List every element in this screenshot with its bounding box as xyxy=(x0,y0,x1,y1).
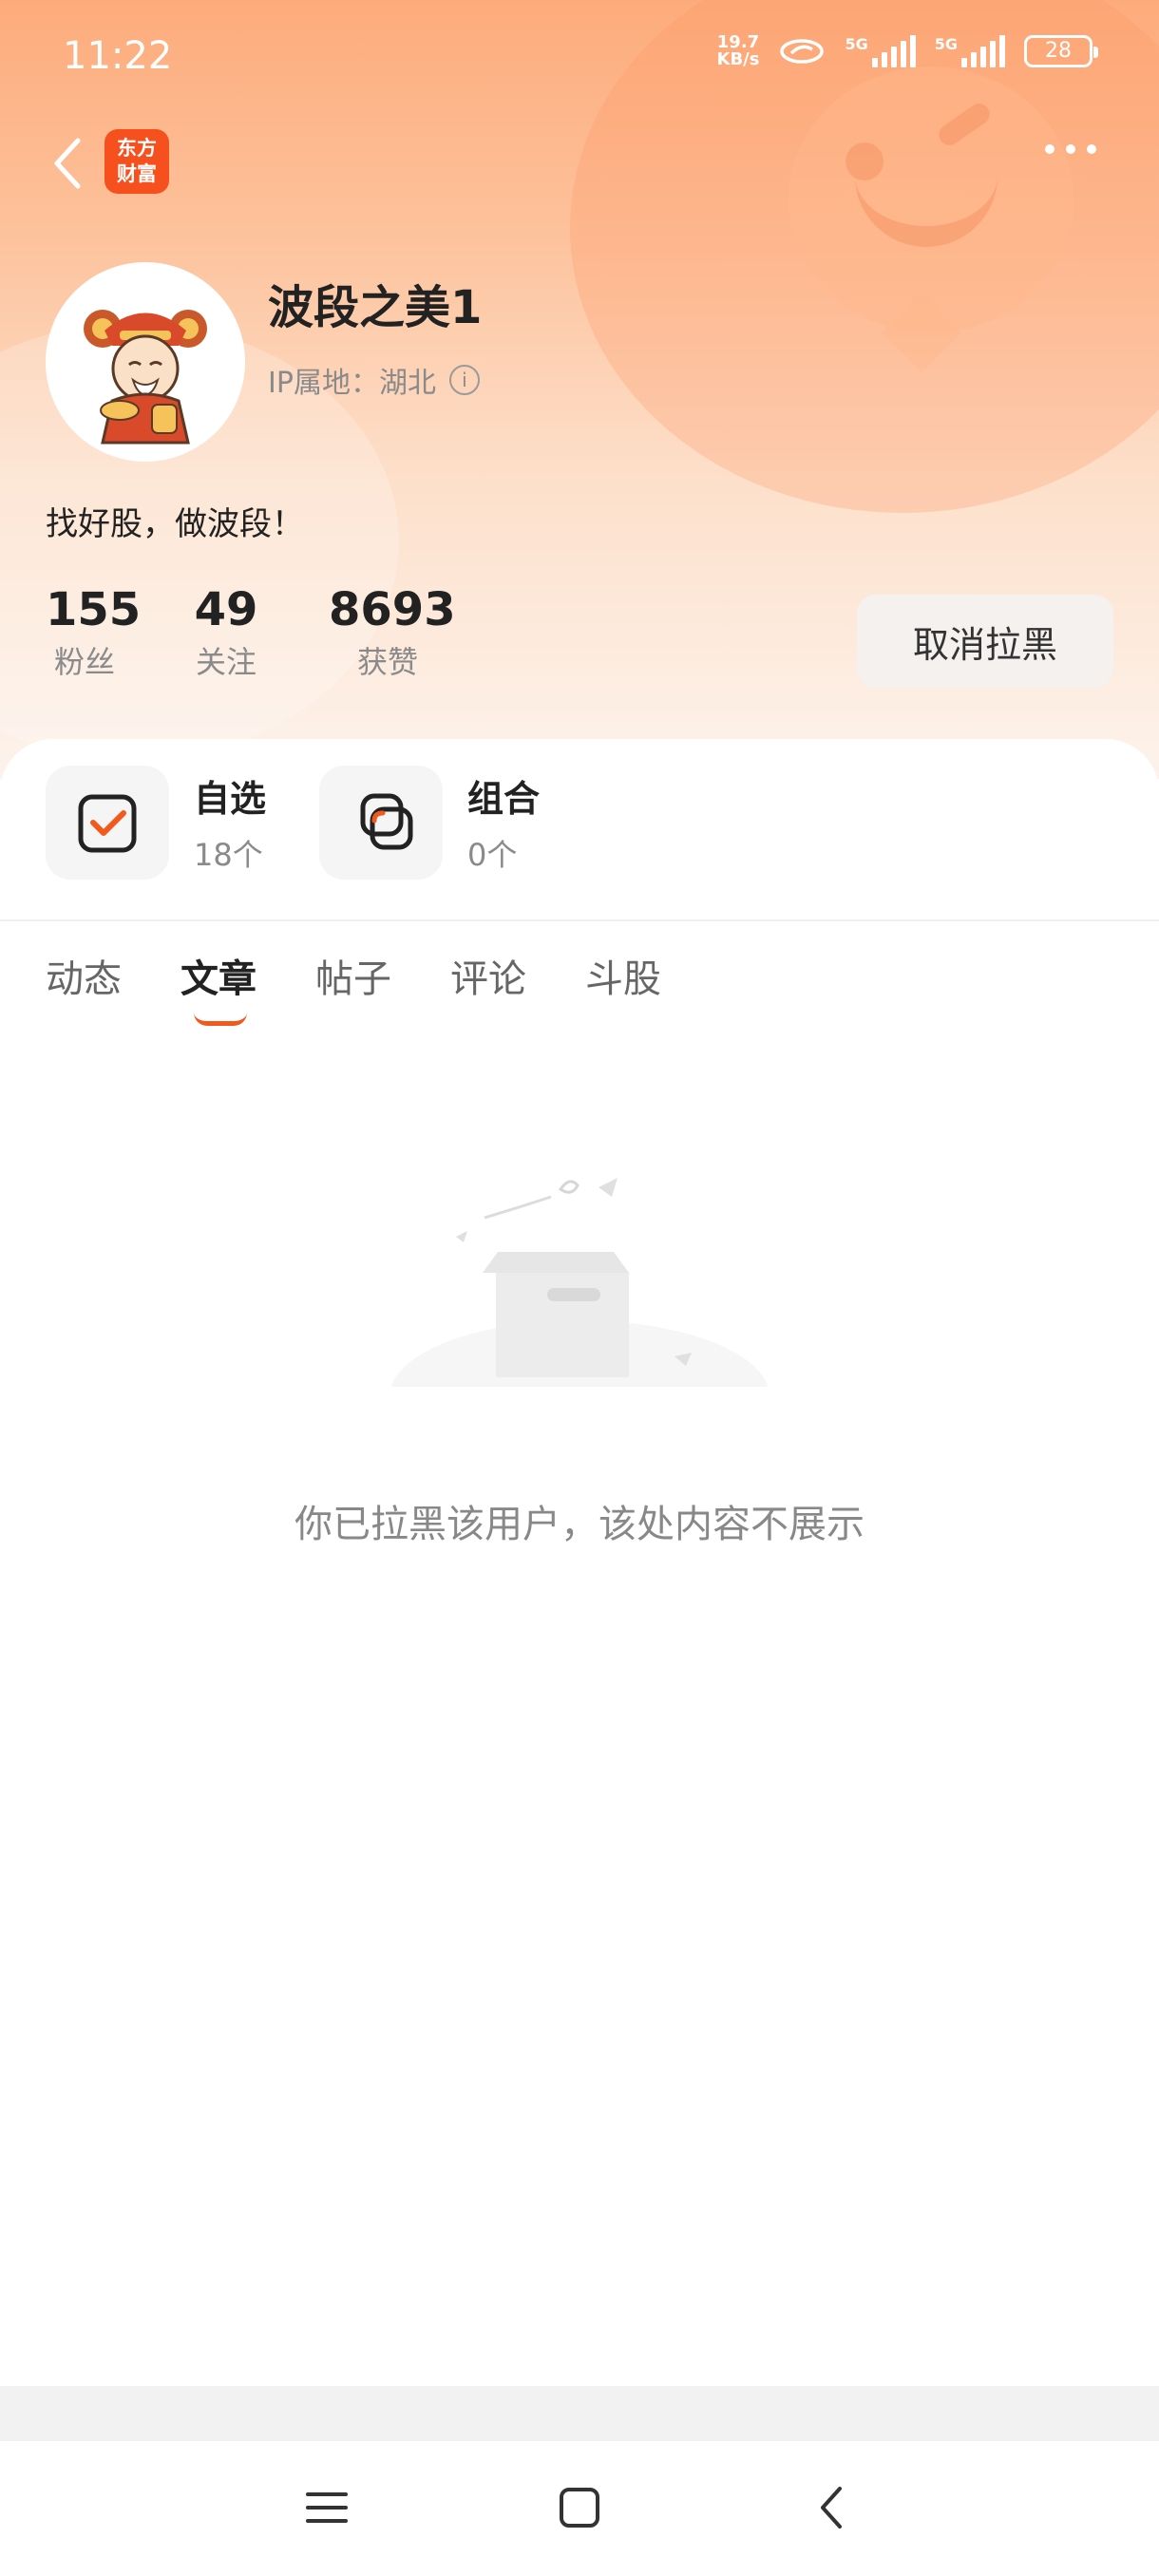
signal-label: 5G xyxy=(845,35,868,53)
tab-posts[interactable]: 帖子 xyxy=(315,948,391,1003)
stat-label: 粉丝 xyxy=(53,644,115,680)
back-triangle-icon[interactable] xyxy=(804,2479,861,2536)
tab-articles[interactable]: 文章 xyxy=(180,948,256,1026)
back-arrow-icon[interactable] xyxy=(44,133,101,194)
battery-icon: 28 xyxy=(1024,35,1098,67)
user-bio: 找好股，做波段！ xyxy=(46,505,304,543)
stat-following[interactable]: 49 关注 xyxy=(190,583,262,682)
tab-articles-label: 文章 xyxy=(180,957,256,1001)
bottom-spacer xyxy=(0,2386,1159,2441)
user-name: 波段之美1 xyxy=(268,281,483,334)
portfolio-tile[interactable]: 组合 0个 xyxy=(319,766,540,880)
tile-title: 组合 xyxy=(467,778,541,820)
stat-fans[interactable]: 155 粉丝 xyxy=(46,583,142,682)
signal-label-2: 5G xyxy=(934,35,958,53)
empty-state-message: 你已拉黑该用户，该处内容不展示 xyxy=(294,1503,864,1546)
ip-location-text: IP属地：湖北 xyxy=(268,367,436,400)
stat-label: 获赞 xyxy=(356,644,418,680)
portfolio-icon xyxy=(319,766,443,880)
divider xyxy=(0,919,1159,921)
tile-count: 0个 xyxy=(467,837,518,873)
avatar-fortune-god-icon xyxy=(84,310,207,445)
tab-stock-battle[interactable]: 斗股 xyxy=(585,948,661,1003)
content-tabs: 动态 文章 帖子 评论 斗股 xyxy=(46,948,661,1026)
more-options-icon[interactable] xyxy=(1045,144,1112,154)
stat-value: 155 xyxy=(46,583,142,636)
app-logo: 东方 财富 xyxy=(104,129,169,194)
status-time: 11:22 xyxy=(63,34,173,78)
watchlist-icon xyxy=(46,766,169,880)
menu-icon[interactable] xyxy=(298,2479,355,2536)
tile-count: 18个 xyxy=(194,837,263,873)
stat-likes[interactable]: 8693 获赞 xyxy=(329,583,456,682)
unblock-button[interactable]: 取消拉黑 xyxy=(857,595,1113,688)
avatar[interactable] xyxy=(46,262,245,462)
stat-value: 8693 xyxy=(329,583,456,636)
status-icons: 19.7 KB/s 5G 5G 28 xyxy=(717,34,1098,68)
info-icon[interactable]: i xyxy=(448,365,480,395)
status-bar: 11:22 19.7 KB/s 5G 5G 28 xyxy=(0,0,1159,114)
content-card xyxy=(0,739,1159,2576)
tab-comments[interactable]: 评论 xyxy=(450,948,526,1003)
active-tab-indicator xyxy=(194,1013,247,1026)
tab-dynamics[interactable]: 动态 xyxy=(46,948,122,1003)
signal-icon-2: 5G xyxy=(935,35,1005,67)
hd-link-icon xyxy=(780,39,825,64)
ip-location: IP属地：湖北 i xyxy=(268,359,480,401)
signal-icon: 5G xyxy=(845,35,916,67)
system-navigation-bar xyxy=(0,2441,1159,2576)
tile-title: 自选 xyxy=(194,778,267,820)
watchlist-tile[interactable]: 自选 18个 xyxy=(46,766,266,880)
stat-label: 关注 xyxy=(195,644,256,680)
app-logo-line2: 财富 xyxy=(117,162,157,185)
home-square-icon[interactable] xyxy=(551,2479,608,2536)
app-logo-line1: 东方 xyxy=(117,137,157,160)
network-speed: 19.7 KB/s xyxy=(717,34,760,68)
network-speed-unit: KB/s xyxy=(716,49,760,69)
stat-value: 49 xyxy=(194,583,258,636)
empty-box-illustration xyxy=(361,1178,798,1425)
